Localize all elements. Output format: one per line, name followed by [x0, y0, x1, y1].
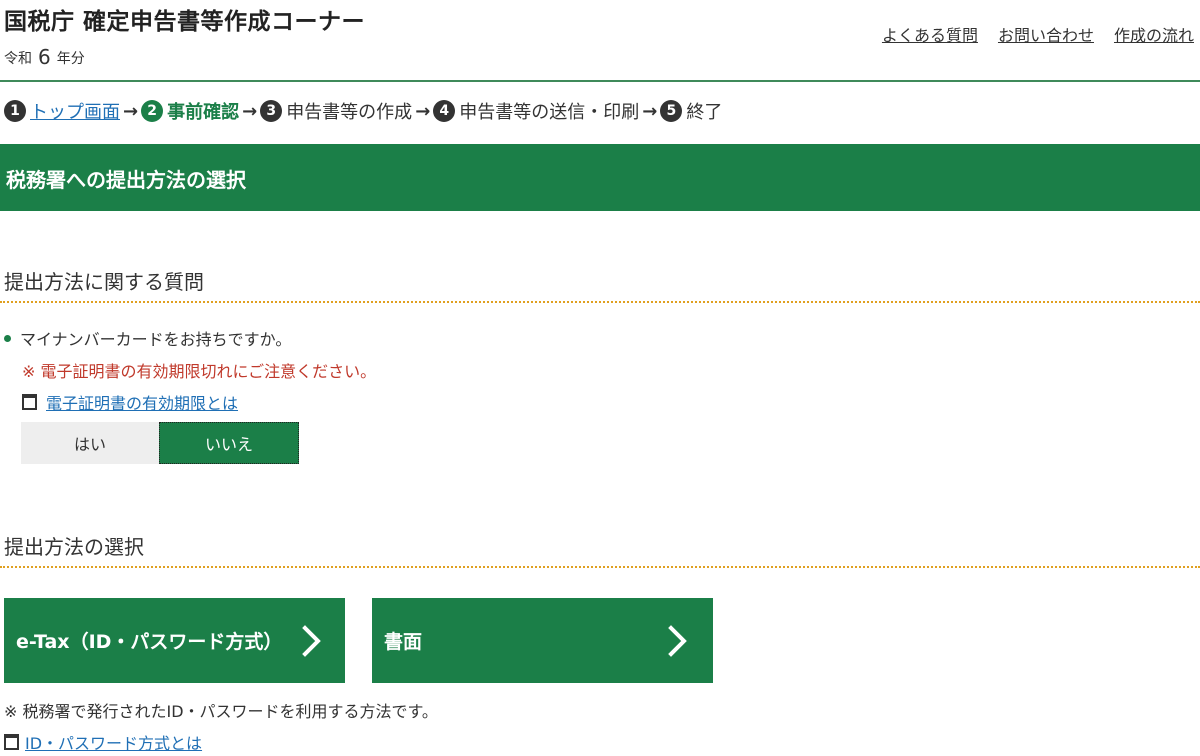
step-number-icon: 3: [260, 100, 283, 122]
contact-link[interactable]: お問い合わせ: [998, 22, 1094, 46]
step-2-current: 2 事前確認: [141, 98, 239, 124]
chevron-right-icon: [668, 625, 687, 657]
arrow-right-icon: →: [242, 100, 258, 122]
arrow-right-icon: →: [123, 100, 139, 122]
step-2-label: 事前確認: [167, 102, 240, 123]
mynumber-card-toggle: はい いいえ: [21, 422, 299, 464]
new-window-icon: [4, 734, 19, 750]
step-number-icon: 4: [433, 100, 456, 122]
yes-button[interactable]: はい: [21, 422, 159, 464]
certificate-help: 電子証明書の有効期限とは: [22, 390, 238, 414]
id-password-method-link[interactable]: ID・パスワード方式とは: [25, 730, 202, 754]
etax-button-label: e-Tax（ID・パスワード方式）: [16, 631, 283, 653]
step-number-icon: 1: [4, 100, 26, 122]
question-section-heading: 提出方法に関する質問: [4, 270, 204, 294]
chevron-right-icon: [302, 625, 321, 657]
etax-id-password-button[interactable]: e-Tax（ID・パスワード方式）: [4, 598, 345, 683]
method-section-heading: 提出方法の選択: [4, 535, 144, 559]
step-1-link[interactable]: トップ画面: [30, 98, 120, 124]
step-5-label: 終了: [686, 102, 723, 123]
step-1: 1 トップ画面: [4, 98, 120, 124]
arrow-right-icon: →: [642, 100, 658, 122]
header-divider: [0, 80, 1200, 82]
bullet-icon: [4, 334, 11, 342]
id-password-help: ID・パスワード方式とは: [4, 730, 202, 754]
certificate-expiry-link[interactable]: 電子証明書の有効期限とは: [46, 390, 238, 414]
header-links: よくある質問 お問い合わせ 作成の流れ: [882, 22, 1194, 46]
step-3: 3 申告書等の作成: [260, 98, 412, 124]
year-suffix: 年分: [56, 51, 85, 67]
year-value: 6: [38, 45, 51, 69]
paper-submission-button[interactable]: 書面: [372, 598, 713, 683]
step-number-icon: 5: [660, 100, 683, 122]
step-4: 4 申告書等の送信・印刷: [433, 98, 639, 124]
faq-link[interactable]: よくある質問: [882, 22, 978, 46]
site-title: 国税庁 確定申告書等作成コーナー: [4, 9, 366, 35]
page-banner: 税務署への提出方法の選択: [0, 144, 1200, 211]
era-label: 令和: [4, 51, 32, 67]
etax-note: ※ 税務署で発行されたID・パスワードを利用する方法です。: [4, 702, 438, 721]
page-title: 税務署への提出方法の選択: [6, 168, 246, 192]
paper-button-label: 書面: [384, 631, 423, 653]
no-button[interactable]: いいえ: [159, 422, 299, 464]
step-4-label: 申告書等の送信・印刷: [459, 102, 640, 123]
section-divider: [0, 566, 1200, 568]
question-text: マイナンバーカードをお持ちですか。: [20, 330, 292, 349]
step-3-label: 申告書等の作成: [286, 102, 413, 123]
step-indicator: 1 トップ画面 → 2 事前確認 → 3 申告書等の作成 → 4 申告書等の送信…: [4, 98, 722, 124]
tax-year: 令和 6 年分: [4, 44, 85, 69]
step-number-icon: 2: [141, 100, 164, 122]
flow-link[interactable]: 作成の流れ: [1114, 22, 1194, 46]
arrow-right-icon: →: [415, 100, 431, 122]
step-5: 5 終了: [660, 98, 722, 124]
expiry-warning: ※ 電子証明書の有効期限切れにご注意ください。: [22, 362, 377, 381]
section-divider: [0, 301, 1200, 303]
new-window-icon: [22, 394, 37, 410]
question: マイナンバーカードをお持ちですか。: [4, 326, 291, 350]
